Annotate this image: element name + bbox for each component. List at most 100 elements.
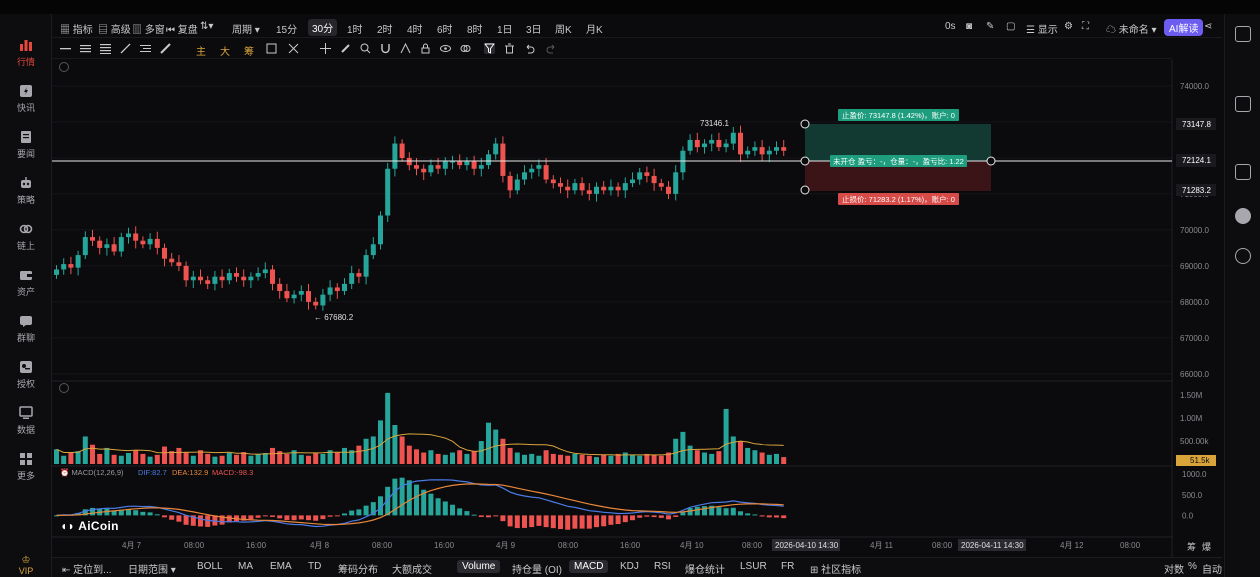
- indicator-volume[interactable]: Volume: [457, 560, 501, 573]
- big-order-toggle[interactable]: 大: [220, 43, 230, 58]
- display-button[interactable]: ☰ 显示: [1026, 21, 1058, 36]
- interval-8h[interactable]: 8时: [467, 21, 483, 36]
- crosshair-icon[interactable]: [320, 43, 331, 54]
- replay-button[interactable]: ⏮ 复盘: [166, 21, 198, 36]
- info-icon[interactable]: [59, 383, 69, 393]
- nav-news[interactable]: 要闻: [0, 124, 52, 166]
- nav-authorize[interactable]: 授权: [0, 354, 52, 396]
- zoom-icon[interactable]: [360, 43, 371, 54]
- ai-interpret-button[interactable]: AI解读: [1164, 19, 1204, 36]
- community-indicators-button[interactable]: ⊞ 社区指标: [810, 561, 861, 576]
- time-tick-label: 08:00: [1120, 541, 1141, 550]
- period-dropdown[interactable]: 周期 ▾: [232, 21, 260, 36]
- interval-15m[interactable]: 15分: [276, 21, 297, 36]
- indicator-rsi[interactable]: RSI: [654, 561, 671, 572]
- interval-2h[interactable]: 2时: [377, 21, 393, 36]
- indicator-oi[interactable]: 持仓量 (OI): [512, 561, 562, 576]
- redo-icon[interactable]: [546, 43, 557, 54]
- horizontal-line-icon[interactable]: [60, 43, 71, 54]
- compare-icon[interactable]: [266, 43, 277, 54]
- layout-name-dropdown[interactable]: ☁ 未命名 ▾: [1106, 21, 1157, 36]
- trash-icon[interactable]: [504, 43, 515, 54]
- percent-toggle[interactable]: %: [1188, 561, 1197, 572]
- volume-bar: [781, 457, 787, 464]
- chip-toggle[interactable]: 筹: [244, 43, 254, 58]
- indicator-ema[interactable]: EMA: [270, 561, 292, 572]
- interval-3d[interactable]: 3日: [526, 21, 542, 36]
- interval-week[interactable]: 周K: [555, 21, 572, 36]
- eye-icon[interactable]: [440, 43, 451, 54]
- camera-icon[interactable]: ◙: [966, 21, 972, 32]
- vip-badge[interactable]: ♔ VIP: [0, 555, 52, 576]
- interval-6h[interactable]: 6时: [437, 21, 453, 36]
- indicator-liquidation[interactable]: 爆仓统计: [685, 561, 725, 576]
- indicator-kdj[interactable]: KDJ: [620, 561, 639, 572]
- orderbook-icon[interactable]: [1235, 26, 1251, 42]
- filter-icon[interactable]: [484, 43, 495, 54]
- nav-market[interactable]: 行情: [0, 32, 52, 74]
- fibonacci-icon[interactable]: [140, 43, 151, 54]
- text-icon[interactable]: [400, 43, 411, 54]
- indicator-boll[interactable]: BOLL: [197, 561, 223, 572]
- date-range-dropdown[interactable]: 日期范围 ▾: [128, 561, 176, 576]
- width-handle[interactable]: [986, 156, 996, 166]
- indicator-ma[interactable]: MA: [238, 561, 253, 572]
- trades-icon[interactable]: [1235, 96, 1251, 112]
- nav-strategy[interactable]: 策略: [0, 170, 52, 212]
- trend-line-icon[interactable]: [120, 43, 131, 54]
- pencil-icon[interactable]: ✎: [986, 21, 994, 32]
- comment-icon[interactable]: ▢: [1006, 21, 1015, 32]
- parallel-lines-icon[interactable]: [80, 43, 91, 54]
- indicator-chip-distribution[interactable]: 筹码分布: [338, 561, 378, 576]
- layout-icon[interactable]: [1235, 164, 1251, 180]
- share-icon[interactable]: ⋖: [1204, 21, 1212, 32]
- chart-type-button[interactable]: ⇅▾: [200, 21, 213, 32]
- nav-assets[interactable]: 资产: [0, 262, 52, 304]
- interval-1h[interactable]: 1时: [347, 21, 363, 36]
- entry-handle[interactable]: [800, 156, 810, 166]
- volume-bar: [608, 455, 614, 464]
- chip-button[interactable]: 筹: [1187, 541, 1196, 552]
- undo-icon[interactable]: [524, 43, 535, 54]
- stop-loss-handle[interactable]: [800, 185, 810, 195]
- indicator-lsur[interactable]: LSUR: [740, 561, 767, 572]
- fullscreen-icon[interactable]: ⛶: [1082, 21, 1089, 32]
- chart-canvas[interactable]: 止盈价: 73147.8 (1.42%)，账户: 0 未开仓 盈亏：-，仓量：-…: [52, 60, 1222, 557]
- nav-chat[interactable]: 群聊: [0, 308, 52, 350]
- multi-window-button[interactable]: ▥ 多窗: [132, 21, 165, 36]
- indicators-button[interactable]: ▦ 指标: [60, 21, 93, 36]
- magnet-icon[interactable]: [380, 43, 391, 54]
- candle-body: [644, 172, 650, 176]
- settings-icon[interactable]: ⚙: [1064, 21, 1073, 32]
- auto-scale-toggle[interactable]: 自动: [1202, 561, 1222, 576]
- link-icon[interactable]: [1235, 248, 1251, 264]
- assistant-icon[interactable]: [1235, 208, 1251, 224]
- log-scale-toggle[interactable]: 对数: [1164, 561, 1184, 576]
- interval-4h[interactable]: 4时: [407, 21, 423, 36]
- info-icon[interactable]: [59, 62, 69, 72]
- locate-button[interactable]: ⇤ 定位到...: [62, 561, 112, 576]
- main-indicator-toggle[interactable]: 主: [196, 43, 206, 58]
- nav-flash[interactable]: 快讯: [0, 78, 52, 120]
- pnl-label: 未开仓 盈亏：-，仓量：-，盈亏比: 1.22: [833, 156, 964, 166]
- current-price-tag: 72124.1: [1182, 156, 1211, 165]
- brush-icon[interactable]: [340, 43, 351, 54]
- advanced-button[interactable]: ▤ 高级: [98, 21, 131, 36]
- channel-icon[interactable]: [100, 43, 111, 54]
- ruler-icon[interactable]: [160, 43, 171, 54]
- indicator-td[interactable]: TD: [308, 561, 321, 572]
- indicator-large-trades[interactable]: 大额成交: [392, 561, 432, 576]
- tools-icon[interactable]: [288, 43, 299, 54]
- interval-30m[interactable]: 30分: [308, 19, 338, 36]
- interval-1d[interactable]: 1日: [497, 21, 513, 36]
- indicator-fr[interactable]: FR: [781, 561, 794, 572]
- take-profit-handle[interactable]: [800, 119, 810, 129]
- nav-data[interactable]: 数据: [0, 400, 52, 442]
- nav-more[interactable]: 更多: [0, 446, 52, 488]
- interval-month[interactable]: 月K: [586, 21, 603, 36]
- nav-onchain[interactable]: 链上: [0, 216, 52, 258]
- liquidation-button[interactable]: 爆: [1202, 541, 1211, 552]
- lock-icon[interactable]: [420, 43, 431, 54]
- indicator-macd[interactable]: MACD: [569, 560, 609, 573]
- link-icon[interactable]: [460, 43, 471, 54]
